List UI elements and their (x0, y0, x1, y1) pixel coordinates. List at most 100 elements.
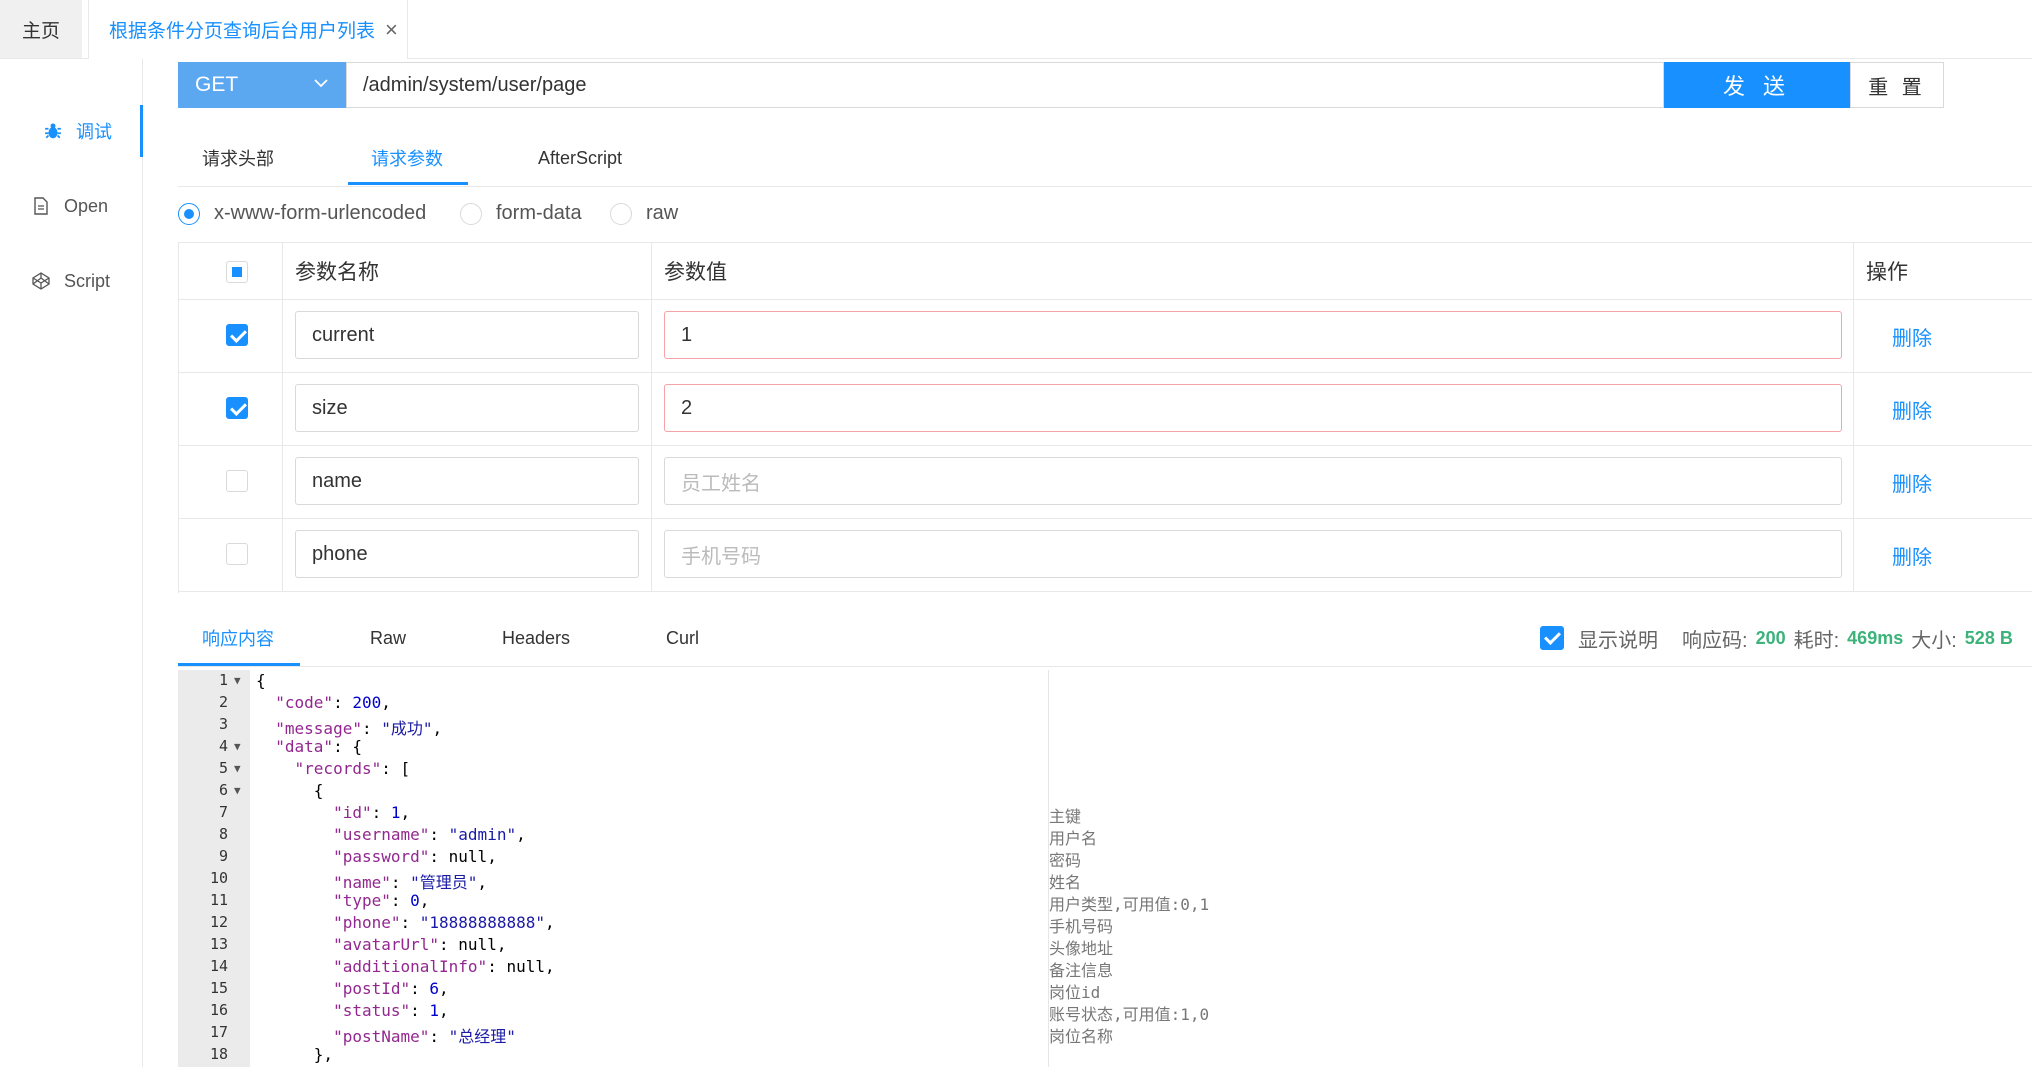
url-input[interactable]: /admin/system/user/page (346, 62, 1664, 108)
row-checkbox[interactable] (226, 397, 248, 419)
tab-response-headers[interactable]: Headers (502, 610, 570, 666)
sidebar-item-open[interactable]: Open (0, 186, 172, 226)
table-row: size 2 删除 (179, 373, 2032, 446)
size-label: 大小: (1911, 629, 1957, 652)
delete-link[interactable]: 删除 (1892, 541, 1932, 570)
row-value-cell: 2 (652, 373, 1854, 445)
header-checkbox-cell (179, 243, 283, 299)
radio-label: x-www-form-urlencoded (214, 202, 427, 224)
param-name-input[interactable]: size (295, 384, 639, 432)
fold-arrow-icon[interactable]: ▼ (234, 762, 241, 775)
code-line: "status": 1, (333, 1001, 449, 1020)
delete-link[interactable]: 删除 (1892, 395, 1932, 424)
sidebar: 调试 Open Script (0, 59, 143, 1067)
table-header-row: 参数名称 参数值 操作 (179, 243, 2032, 300)
param-value-input[interactable]: 1 (664, 311, 1842, 359)
param-value-input[interactable]: 手机号码 (664, 530, 1842, 578)
row-checkbox[interactable] (226, 470, 248, 492)
field-description: 姓名 (1049, 873, 1082, 892)
row-checkbox-cell (179, 519, 283, 591)
row-name-cell: phone (283, 519, 652, 591)
line-number: 2 (218, 693, 228, 711)
code-line: "data": { (275, 737, 362, 756)
sidebar-item-script[interactable]: Script (0, 261, 172, 301)
send-button[interactable]: 发 送 (1664, 62, 1850, 108)
tab-response-raw[interactable]: Raw (370, 610, 406, 666)
row-name-cell: current (283, 300, 652, 372)
line-number: 4 (218, 737, 228, 755)
code-line: "type": 0, (333, 891, 430, 910)
radio-dot (610, 202, 632, 225)
line-number: 16 (209, 1001, 228, 1019)
sidebar-active-indicator (140, 105, 143, 157)
field-description: 头像地址 (1049, 939, 1114, 958)
code-line: "message": "成功", (275, 719, 443, 738)
code-line: "id": 1, (333, 803, 411, 822)
show-desc-checkbox[interactable] (1540, 626, 1564, 650)
radio-dot (178, 202, 200, 225)
delete-link[interactable]: 删除 (1892, 468, 1932, 497)
delete-link[interactable]: 删除 (1892, 322, 1932, 351)
radio-urlencoded[interactable]: x-www-form-urlencoded (178, 202, 426, 225)
radio-raw[interactable]: raw (610, 202, 678, 225)
row-action-cell: 删除 (1854, 519, 2032, 591)
tab-afterscript[interactable]: AfterScript (538, 130, 622, 186)
sidebar-item-debug[interactable]: 调试 (0, 111, 184, 151)
status-code-value: 200 (1755, 627, 1786, 648)
row-name-cell: size (283, 373, 652, 445)
line-number: 6 (218, 781, 228, 799)
sidebar-item-label: Open (64, 195, 109, 216)
field-description: 密码 (1049, 851, 1082, 870)
row-checkbox[interactable] (226, 543, 248, 565)
param-value-input[interactable]: 员工姓名 (664, 457, 1842, 505)
code-line: "phone": "18888888888", (333, 913, 555, 932)
row-checkbox[interactable] (226, 324, 248, 346)
row-value-cell: 手机号码 (652, 519, 1854, 591)
table-row: phone 手机号码 删除 (179, 519, 2032, 592)
table-row: current 1 删除 (179, 300, 2032, 373)
code-line: { (256, 781, 324, 800)
row-action-cell: 删除 (1854, 373, 2032, 445)
field-description: 备注信息 (1049, 961, 1114, 980)
method-select[interactable]: GET (178, 62, 346, 108)
row-checkbox-cell (179, 446, 283, 518)
tab-ink-bar (178, 663, 300, 666)
close-icon[interactable]: × (385, 17, 398, 43)
size-value: 528 B (1964, 627, 2013, 648)
line-number: 17 (209, 1023, 228, 1041)
line-number: 8 (218, 825, 228, 843)
select-all-checkbox[interactable] (226, 261, 248, 283)
code-line: "postName": "总经理" (333, 1027, 516, 1046)
tab-home[interactable]: 主页 (0, 0, 82, 58)
tab-request-headers[interactable]: 请求头部 (202, 130, 274, 186)
fold-arrow-icon[interactable]: ▼ (234, 740, 241, 753)
status-code-label: 响应码: (1682, 629, 1748, 652)
row-action-cell: 删除 (1854, 300, 2032, 372)
line-number: 11 (209, 891, 228, 909)
param-name-input[interactable]: current (295, 311, 639, 359)
reset-button[interactable]: 重 置 (1850, 62, 1944, 108)
tab-response-curl[interactable]: Curl (666, 610, 699, 666)
param-name-input[interactable]: name (295, 457, 639, 505)
response-editor[interactable]: 1 ▼ {2 "code": 200, 3 "message": "成功", 4 ▼ "d… (178, 670, 2032, 1067)
tab-api-doc[interactable]: 根据条件分页查询后台用户列表 × (88, 0, 408, 59)
line-number: 7 (218, 803, 228, 821)
line-number: 14 (209, 957, 228, 975)
tab-response-content[interactable]: 响应内容 (202, 610, 274, 666)
radio-form-data[interactable]: form-data (460, 202, 582, 225)
fold-arrow-icon[interactable]: ▼ (234, 674, 241, 687)
fold-arrow-icon[interactable]: ▼ (234, 784, 241, 797)
line-number: 12 (209, 913, 228, 931)
field-description: 用户名 (1049, 829, 1098, 848)
show-desc-label: 显示说明 (1578, 629, 1658, 652)
row-value-cell: 员工姓名 (652, 446, 1854, 518)
field-description: 主键 (1049, 807, 1082, 826)
code-line: }, (256, 1045, 334, 1064)
code-line: "name": "管理员", (333, 873, 488, 892)
tab-request-params[interactable]: 请求参数 (371, 130, 443, 186)
row-checkbox-cell (179, 373, 283, 445)
param-name-input[interactable]: phone (295, 530, 639, 578)
param-value-input[interactable]: 2 (664, 384, 1842, 432)
line-number: 9 (218, 847, 228, 865)
radio-label: form-data (496, 202, 582, 224)
